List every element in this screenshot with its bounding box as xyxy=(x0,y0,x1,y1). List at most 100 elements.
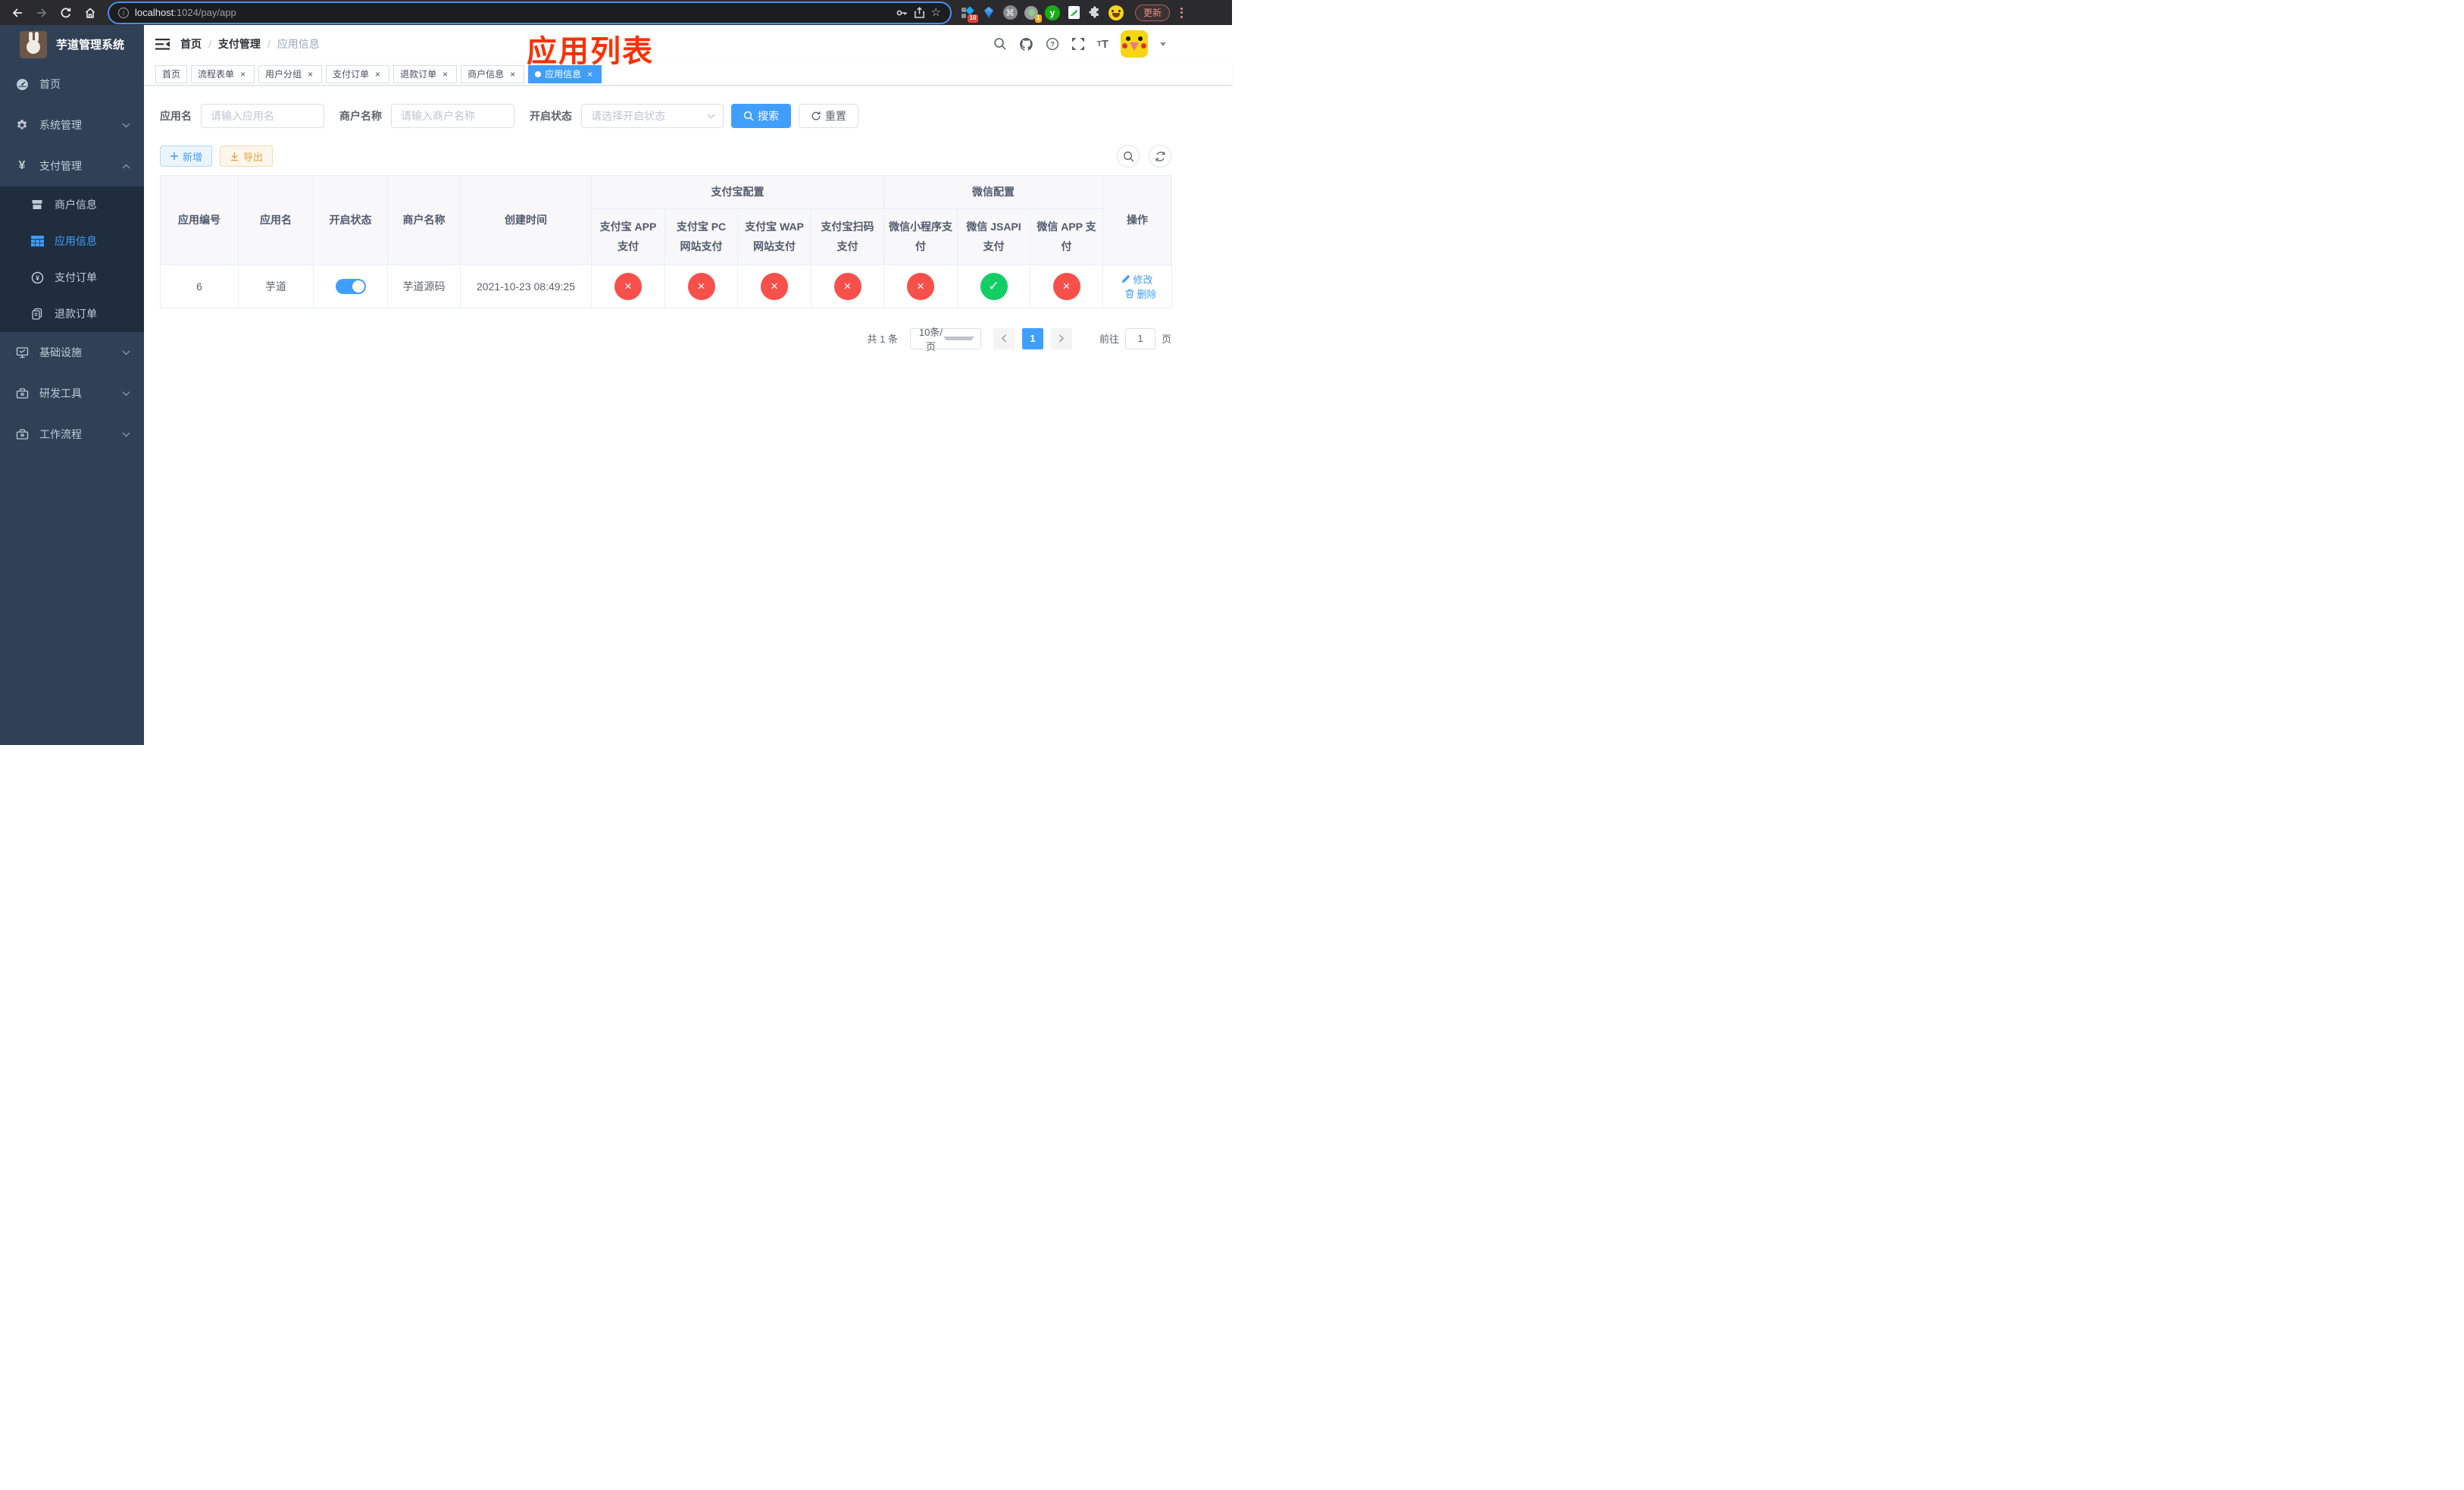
toolbox-icon xyxy=(15,387,29,399)
forward-icon[interactable] xyxy=(32,3,52,23)
user-menu-caret-icon[interactable] xyxy=(1160,42,1166,46)
next-page-button[interactable] xyxy=(1050,327,1072,349)
status-badge-wechat-app: × xyxy=(1052,272,1080,300)
breadcrumb-payment[interactable]: 支付管理 xyxy=(218,36,261,52)
tab-process-form[interactable]: 流程表单 × xyxy=(191,64,255,83)
prev-page-button[interactable] xyxy=(993,327,1015,349)
search-form: 应用名 商户名称 开启状态 请选择开启状态 搜索 重置 xyxy=(160,104,1232,128)
breadcrumb-home[interactable]: 首页 xyxy=(180,36,202,52)
open-status-select[interactable]: 请选择开启状态 xyxy=(581,104,724,128)
tab-home[interactable]: 首页 xyxy=(155,64,188,83)
close-icon[interactable]: × xyxy=(373,69,383,79)
status-toggle[interactable] xyxy=(335,278,366,294)
reset-button[interactable]: 重置 xyxy=(799,104,858,128)
page-content: 应用名 商户名称 开启状态 请选择开启状态 搜索 重置 xyxy=(144,86,1232,745)
download-icon xyxy=(231,152,239,161)
status-badge-alipay-pc: × xyxy=(687,272,715,300)
chevron-left-icon xyxy=(1001,334,1006,343)
tab-user-group[interactable]: 用户分组 × xyxy=(258,64,323,83)
page-size-select[interactable]: 10条/页 xyxy=(909,327,981,352)
sidebar-item-infrastructure[interactable]: 基础设施 xyxy=(0,332,144,373)
chevron-down-icon xyxy=(122,350,130,355)
pagination-total: 共 1 条 xyxy=(867,333,898,346)
close-icon[interactable]: × xyxy=(440,69,450,79)
add-button[interactable]: 新增 xyxy=(160,146,213,167)
password-key-icon[interactable] xyxy=(896,7,908,19)
toolbox-icon xyxy=(15,428,29,440)
col-actions: 操作 xyxy=(1102,175,1172,265)
cell-merchant-name: 芋道源码 xyxy=(387,264,461,308)
app-logo-row[interactable]: 芋道管理系统 xyxy=(0,25,144,64)
export-button[interactable]: 导出 xyxy=(220,146,274,167)
sidebar-item-system[interactable]: 系统管理 xyxy=(0,105,144,146)
close-icon[interactable]: × xyxy=(508,69,518,79)
browser-menu-icon[interactable] xyxy=(1180,7,1184,18)
github-icon[interactable] xyxy=(1019,37,1033,52)
search-button[interactable]: 搜索 xyxy=(731,104,791,128)
extension-recorder-icon[interactable]: 1 xyxy=(1023,5,1042,23)
app-title: 芋道管理系统 xyxy=(56,39,125,52)
col-merchant-name: 商户名称 xyxy=(387,175,461,265)
plus-icon xyxy=(170,152,178,160)
delete-link[interactable]: 删除 xyxy=(1125,286,1157,301)
share-icon[interactable] xyxy=(914,6,925,19)
extension-command-icon[interactable]: ⌘ xyxy=(1002,5,1018,21)
page-number-button[interactable]: 1 xyxy=(1021,327,1043,349)
show-search-button[interactable] xyxy=(1117,145,1140,167)
home-icon[interactable] xyxy=(80,3,100,23)
site-info-icon[interactable]: i xyxy=(118,7,129,18)
bookmark-star-icon[interactable]: ☆ xyxy=(931,7,941,18)
extension-gem-icon[interactable] xyxy=(980,5,997,21)
edit-link[interactable]: 修改 xyxy=(1121,272,1153,286)
refresh-icon xyxy=(811,111,821,121)
table-row: 6 芋道 芋道源码 2021-10-23 08:49:25 × × × × × … xyxy=(160,264,1172,308)
gear-icon xyxy=(15,119,29,131)
close-icon[interactable]: × xyxy=(305,69,315,79)
col-app-id: 应用编号 xyxy=(160,175,239,265)
tab-merchant-info[interactable]: 商户信息 × xyxy=(461,64,525,83)
app-name-input[interactable] xyxy=(201,104,324,128)
extension-grid-icon[interactable]: 10 xyxy=(959,5,978,23)
extension-y-icon[interactable]: y xyxy=(1044,5,1061,21)
page-title-annotation: 应用列表 xyxy=(527,35,654,68)
user-avatar[interactable] xyxy=(1121,30,1148,58)
tab-refund-order[interactable]: 退款订单 × xyxy=(393,64,458,83)
sidebar-item-payment[interactable]: ¥ 支付管理 xyxy=(0,146,144,186)
extensions-puzzle-icon[interactable] xyxy=(1087,5,1103,21)
sidebar-item-refund-order[interactable]: 退款订单 xyxy=(0,296,144,332)
sidebar-fold-icon[interactable] xyxy=(155,38,170,50)
status-badge-wechat-jsapi: ✓ xyxy=(980,272,1008,300)
refresh-table-button[interactable] xyxy=(1149,145,1171,167)
trash-icon xyxy=(1126,289,1134,298)
search-icon xyxy=(1123,151,1134,161)
grid-icon xyxy=(30,235,44,247)
sidebar-item-pay-order[interactable]: ¥ 支付订单 xyxy=(0,259,144,296)
sidebar-item-dev-tools[interactable]: 研发工具 xyxy=(0,373,144,414)
help-icon[interactable]: ? xyxy=(1046,37,1059,51)
chevron-down-icon xyxy=(122,432,130,437)
sidebar: 芋道管理系统 首页 系统管理 ¥ 支付管理 商户信息 应用信息 ¥ 支付订单 退… xyxy=(0,25,144,745)
chevron-down-icon xyxy=(122,123,130,128)
fullscreen-icon[interactable] xyxy=(1071,37,1085,51)
sidebar-item-app-info[interactable]: 应用信息 xyxy=(0,223,144,259)
sidebar-item-home[interactable]: 首页 xyxy=(0,64,144,105)
chrome-update-button[interactable]: 更新 xyxy=(1135,4,1171,21)
app-logo xyxy=(20,30,47,58)
refresh-icon xyxy=(1155,151,1165,161)
sidebar-item-merchant-info[interactable]: 商户信息 xyxy=(0,186,144,223)
tab-pay-order[interactable]: 支付订单 × xyxy=(326,64,390,83)
search-icon[interactable] xyxy=(993,37,1007,51)
extension-notes-icon[interactable] xyxy=(1065,5,1082,21)
back-icon[interactable] xyxy=(8,3,27,23)
pagination: 共 1 条 10条/页 1 前往 页 xyxy=(160,327,1172,352)
font-size-icon[interactable]: TT xyxy=(1097,38,1108,51)
chevron-down-icon xyxy=(707,114,715,118)
profile-avatar-icon[interactable] xyxy=(1108,5,1124,21)
col-alipay-qr: 支付宝扫码支付 xyxy=(811,208,884,265)
merchant-name-input[interactable] xyxy=(391,104,514,128)
reload-icon[interactable] xyxy=(56,3,76,23)
close-icon[interactable]: × xyxy=(238,69,248,79)
sidebar-item-workflow[interactable]: 工作流程 xyxy=(0,414,144,455)
url-bar[interactable]: i localhost:1024/pay/app ☆ xyxy=(108,1,952,24)
goto-page-input[interactable] xyxy=(1124,327,1155,349)
